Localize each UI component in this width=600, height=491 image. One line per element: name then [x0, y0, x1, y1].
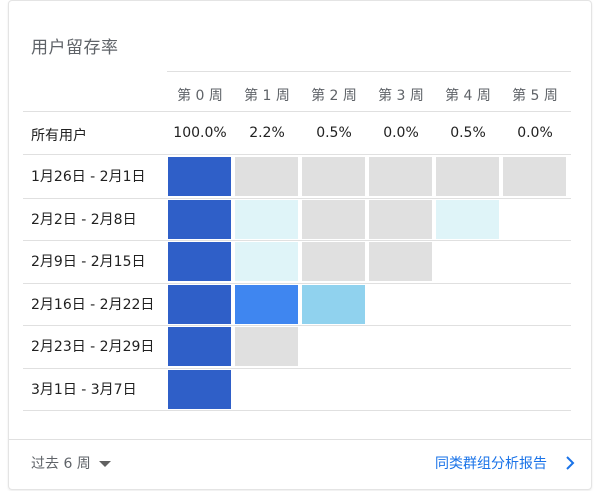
all-users-value-week-5: 0.0% [517, 125, 553, 141]
column-header-week-3: 第 3 周 [378, 88, 424, 104]
footer-divider [9, 439, 591, 440]
all-users-value-week-1: 2.2% [249, 125, 285, 141]
all-users-value-week-2: 0.5% [316, 125, 352, 141]
retention-cell-week-1[interactable] [235, 199, 298, 239]
all-users-value-week-4: 0.5% [450, 125, 486, 141]
cohort-label: 2月9日 - 2月15日 [31, 254, 146, 270]
caret-down-icon [98, 461, 111, 467]
retention-cell-week-0[interactable] [168, 242, 231, 281]
retention-cell-week-1[interactable] [235, 284, 298, 324]
cohort-label: 3月1日 - 3月7日 [31, 381, 137, 398]
header-divider [167, 71, 571, 72]
retention-cell-week-3[interactable] [369, 199, 432, 239]
retention-cell-week-2[interactable] [302, 242, 365, 281]
cohort-label: 1月26日 - 2月1日 [31, 169, 146, 185]
card-title: 用户留存率 [31, 38, 119, 58]
retention-cell-week-0[interactable] [168, 369, 231, 409]
all-users-value-week-3: 0.0% [383, 125, 419, 141]
column-header-week-5: 第 5 周 [512, 88, 558, 104]
retention-cell-week-0[interactable] [168, 327, 231, 366]
retention-cell-week-1[interactable] [235, 242, 298, 281]
retention-cell-week-2[interactable] [302, 199, 365, 239]
date-range-label: 过去 6 周 [31, 456, 91, 472]
retention-cell-week-5[interactable] [503, 157, 566, 196]
retention-cell-week-3[interactable] [369, 242, 432, 281]
column-header-week-0: 第 0 周 [177, 88, 223, 104]
cohort-report-link[interactable]: 同类群组分析报告 [435, 453, 575, 473]
date-range-dropdown[interactable]: 过去 6 周 [31, 453, 111, 473]
retention-cell-week-0[interactable] [168, 199, 231, 239]
retention-cell-week-4[interactable] [436, 157, 499, 196]
row-divider [23, 367, 571, 369]
row-divider [23, 282, 571, 284]
retention-cell-week-0[interactable] [168, 157, 231, 196]
all-users-label: 所有用户 [31, 128, 87, 144]
retention-card: 用户留存率 第 0 周 第 1 周 第 2 周 第 3 周 第 4 周 第 5 周 所有用… [8, 0, 592, 490]
retention-cell-week-0[interactable] [168, 284, 231, 324]
column-header-week-4: 第 4 周 [445, 88, 491, 104]
retention-cell-week-4[interactable] [436, 199, 499, 239]
retention-cell-week-1[interactable] [235, 157, 298, 196]
column-header-week-2: 第 2 周 [311, 88, 357, 104]
cohort-label: 2月23日 - 2月29日 [31, 339, 155, 355]
retention-cell-week-2[interactable] [302, 284, 365, 324]
row-divider [23, 197, 571, 199]
retention-cell-week-1[interactable] [235, 327, 298, 366]
cohort-label: 2月2日 - 2月8日 [31, 211, 137, 228]
row-divider [23, 240, 571, 241]
summary-divider [23, 154, 571, 155]
cohort-label: 2月16日 - 2月22日 [31, 296, 155, 313]
column-header-week-1: 第 1 周 [244, 88, 290, 104]
retention-cell-week-2[interactable] [302, 157, 365, 196]
row-divider [23, 325, 571, 326]
retention-cell-week-3[interactable] [369, 157, 432, 196]
header-bottom-divider [23, 111, 571, 112]
row-divider [23, 410, 571, 411]
all-users-value-week-0: 100.0% [173, 125, 227, 141]
cohort-report-label: 同类群组分析报告 [435, 456, 547, 472]
chevron-right-icon [566, 456, 575, 470]
